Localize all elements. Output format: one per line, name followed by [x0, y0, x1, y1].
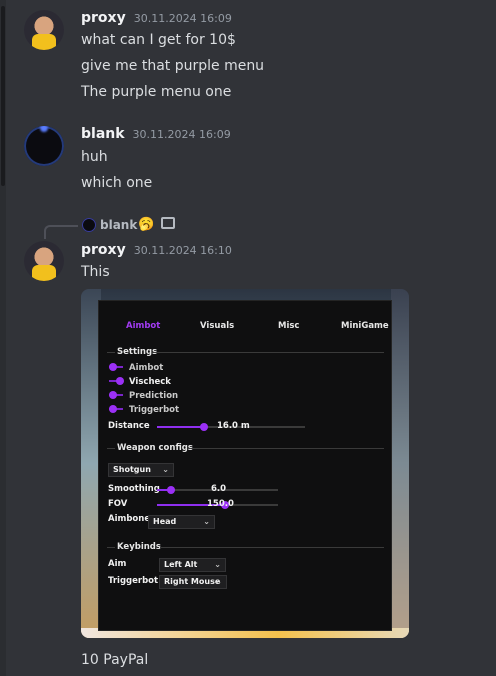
image-attachment[interactable]: Aimbot Visuals Misc MiniGame Settings Ai… [81, 289, 409, 638]
slider-label-fov: FOV [108, 499, 128, 509]
cheat-menu: Aimbot Visuals Misc MiniGame Settings Ai… [98, 300, 392, 631]
toggle-prediction[interactable] [109, 391, 123, 399]
section-divider [189, 448, 384, 449]
tab-minigame[interactable]: MiniGame [341, 321, 389, 331]
smoothing-value: 6.0 [211, 484, 227, 494]
distance-value: 16.0 m [217, 421, 250, 431]
option-label: Triggerbot [129, 405, 180, 415]
option-label: Vischeck [129, 377, 171, 387]
author-name[interactable]: proxy 30.11.2024 16:09 [81, 10, 232, 26]
toggle-aimbot[interactable] [109, 363, 123, 371]
triggerbot-key-dropdown[interactable]: Right Mouse ⌄ [159, 575, 227, 589]
image-icon[interactable] [161, 217, 175, 229]
scrollbar-thumb[interactable] [1, 6, 5, 186]
toggle-triggerbot[interactable] [109, 405, 123, 413]
avatar[interactable] [24, 241, 64, 281]
aimbone-label: Aimbone [108, 514, 151, 524]
chevron-down-icon: ⌄ [162, 465, 169, 474]
author-name[interactable]: proxy 30.11.2024 16:10 [81, 242, 232, 258]
slider-label-distance: Distance [108, 421, 150, 431]
timestamp: 30.11.2024 16:09 [132, 128, 231, 141]
timestamp: 30.11.2024 16:09 [133, 12, 232, 25]
reply-avatar[interactable] [82, 218, 96, 232]
aim-key-dropdown[interactable]: Left Alt ⌄ [159, 558, 226, 572]
avatar[interactable] [24, 10, 64, 50]
section-divider [160, 547, 384, 548]
option-label: Aimbot [129, 363, 164, 373]
fov-value: 150.0 [207, 499, 234, 509]
keybind-label-triggerbot: Triggerbot [108, 576, 159, 586]
section-divider [107, 352, 115, 353]
toggle-vischeck[interactable] [109, 377, 124, 385]
tab-visuals[interactable]: Visuals [200, 321, 234, 331]
tab-misc[interactable]: Misc [278, 321, 299, 331]
message-text: which one [81, 175, 153, 191]
author-name[interactable]: blank 30.11.2024 16:09 [81, 126, 231, 142]
keybind-label-aim: Aim [108, 559, 127, 569]
message-text: 10 PayPal [81, 652, 149, 668]
reply-connector [44, 225, 78, 239]
aimbone-dropdown[interactable]: Head ⌄ [148, 515, 215, 529]
option-label: Prediction [129, 391, 179, 401]
tab-aimbot[interactable]: Aimbot [126, 321, 160, 331]
chevron-down-icon: ⌄ [214, 560, 221, 569]
section-divider [154, 352, 384, 353]
avatar[interactable] [24, 126, 64, 166]
section-title-settings: Settings [117, 347, 158, 357]
section-title-keybinds: Keybinds [117, 542, 161, 552]
yawn-emoji-icon: 🥱 [138, 217, 155, 232]
timestamp: 30.11.2024 16:10 [133, 244, 232, 257]
section-divider [107, 448, 115, 449]
message-text: give me that purple menu [81, 58, 265, 74]
chevron-down-icon: ⌄ [203, 517, 210, 526]
section-title-weapon: Weapon configs [117, 443, 193, 453]
slider-label-smoothing: Smoothing [108, 484, 160, 494]
message-text: what can I get for 10$ [81, 32, 236, 48]
message-text: This [81, 264, 110, 280]
chevron-down-icon: ⌄ [215, 577, 222, 586]
attachment-background [391, 289, 409, 638]
section-divider [107, 547, 115, 548]
scrollbar[interactable] [0, 0, 6, 676]
reply-author[interactable]: blank [100, 218, 137, 232]
message-text: The purple menu one [81, 84, 232, 100]
weapon-dropdown[interactable]: Shotgun ⌄ [108, 463, 174, 477]
message-text: huh [81, 149, 108, 165]
